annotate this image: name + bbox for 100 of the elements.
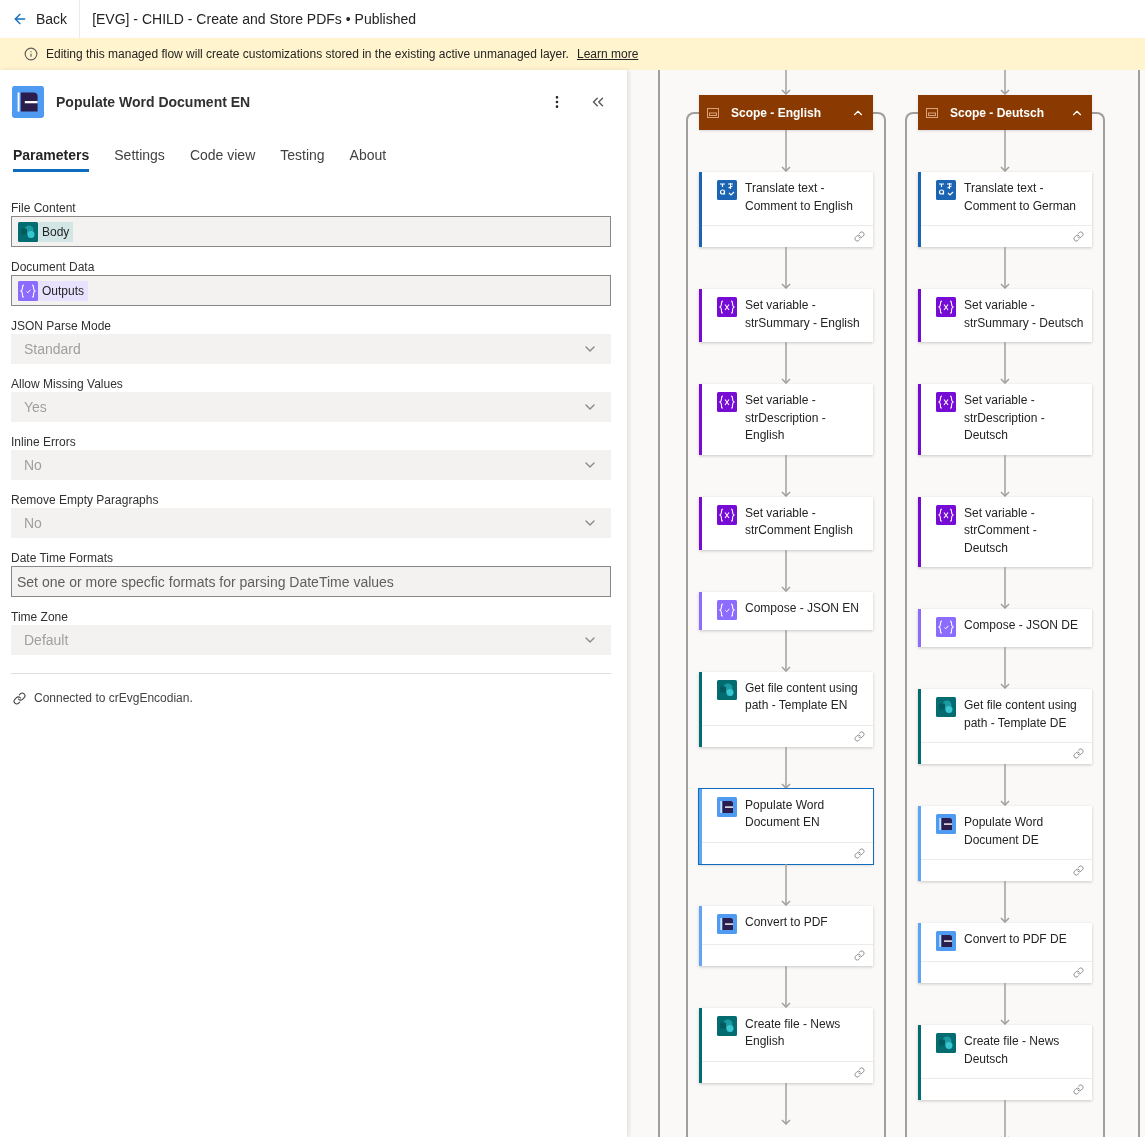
document-logo-icon [717,913,737,934]
action-card[interactable]: Set variable - strComment - Deutsch [918,496,1092,567]
action-card[interactable]: Set variable - strDescription - English [699,384,873,455]
sharepoint-icon [18,221,38,242]
scope-header[interactable]: Scope - English [699,95,873,130]
field-label: JSON Parse Mode [11,318,113,334]
field-label: Document Data [11,259,96,275]
panel-tab[interactable]: Parameters [13,140,90,172]
token-chip[interactable]: Body [18,221,74,242]
connector-arrow [1000,647,1010,689]
scope-header[interactable]: Scope - Deutsch [918,95,1092,130]
field-label: Allow Missing Values [11,376,124,392]
connector-arrow [781,1082,791,1125]
action-title: Set variable - strComment - Deutsch [964,504,1038,557]
sharepoint-icon [717,679,737,700]
variable-icon [717,297,737,317]
connector-arrow [1000,567,1010,609]
banner-text: Editing this managed flow will create customizations stored in the existing active unmanaged layer. [46,46,569,62]
compose-icon [936,617,956,637]
token-field[interactable]: Outputs [11,275,611,306]
connection-icon [1073,231,1084,242]
action-title: Translate text - Comment to German [964,180,1078,215]
scope-title: Scope - Deutsch [950,104,1046,121]
text-field[interactable]: Set one or more specfic formats for parsing DateTime values [11,566,611,597]
connector-arrow [781,70,791,95]
connector-arrow [781,454,791,497]
token-chip[interactable]: Outputs [18,280,89,301]
action-title: Set variable - strDescription - English [745,392,827,444]
flow-title: [EVG] - CHILD - Create and Store PDFs • Published [91,10,418,29]
action-card[interactable]: Set variable - strSummary - English [699,289,873,342]
variable-icon [936,297,956,317]
action-card[interactable]: Compose - JSON EN [699,591,873,630]
connector-arrow [1000,247,1010,289]
sharepoint-icon [936,697,956,717]
action-card[interactable]: Create file - News Deutsch [918,1025,1092,1100]
connector-arrow [1000,342,1010,384]
action-title: Convert to PDF [745,913,828,931]
action-card[interactable]: Set variable - strDescription - Deutsch [918,384,1092,455]
connection-icon [1073,865,1084,876]
panel-tab[interactable]: Testing [280,140,325,172]
connector-arrow [1000,881,1010,923]
field-label: Date Time Formats [11,550,115,566]
action-title: Get file content using path - Template DE [964,697,1078,732]
panel-tab[interactable]: About [349,140,387,172]
document-logo-icon [717,796,737,817]
action-card[interactable]: Set variable - strSummary - Deutsch [918,289,1092,342]
action-card[interactable]: Compose - JSON DE [918,609,1092,647]
action-card[interactable]: Convert to PDF DE [918,923,1092,983]
scope-icon [707,107,719,118]
connection-icon [1073,748,1084,759]
action-card[interactable]: Get file content using path - Template DE [918,689,1092,764]
action-title: Convert to PDF DE [964,931,1067,948]
connection-icon [13,691,26,705]
variable-icon [717,392,737,412]
sharepoint-icon [936,1033,956,1053]
connection-icon [854,231,865,242]
info-icon [24,47,38,61]
connector-arrow [1000,454,1010,497]
action-card[interactable]: Get file content using path - Template EN [699,671,873,747]
panel-title: Populate Word Document EN [56,93,252,112]
connection-icon [854,847,865,859]
connector-arrow [781,130,791,172]
translate-icon [936,180,956,200]
compose-icon [717,599,737,620]
connector-arrow [781,342,791,384]
translate-icon [717,180,737,200]
document-logo-icon [12,86,44,118]
connection-icon [1073,1084,1084,1095]
learn-more-link[interactable]: Learn more [576,46,639,62]
action-card[interactable]: Set variable - strComment English [699,496,873,550]
connection-icon [854,949,865,961]
action-title: Set variable - strSummary - Deutsch [964,297,1084,332]
action-card[interactable]: Convert to PDF [699,905,873,966]
action-title: Create file - News English [745,1015,842,1050]
action-card[interactable]: Translate text - Comment to English [699,172,873,247]
token-field[interactable]: Body [11,216,611,247]
action-card[interactable]: Populate Word Document EN [699,788,873,864]
scope-title: Scope - English [731,104,822,121]
variable-icon [936,504,956,525]
action-card[interactable]: Create file - News English [699,1007,873,1083]
panel-tab[interactable]: Code view [189,140,256,172]
connector-arrow [781,965,791,1008]
connection-icon [854,1066,865,1078]
connector-arrow [1000,1100,1010,1137]
action-title: Get file content using path - Template EN [745,679,859,714]
connection-text: Connected to crEvgEncodian. [34,690,193,706]
document-logo-icon [936,931,956,951]
action-card[interactable]: Populate Word Document DE [918,806,1092,881]
action-title: Compose - JSON DE [964,617,1079,634]
action-title: Set variable - strComment English [745,504,855,539]
compose-icon [18,280,38,301]
document-logo-icon [936,814,956,834]
action-card[interactable]: Translate text - Comment to German [918,172,1092,247]
action-title: Populate Word Document DE [964,814,1045,849]
sharepoint-icon [717,1015,737,1036]
panel-tab[interactable]: Settings [114,140,165,172]
action-title: Set variable - strDescription - Deutsch [964,392,1046,444]
action-title: Translate text - Comment to English [745,180,855,215]
field-label: File Content [11,200,77,216]
field-label: Inline Errors [11,434,77,450]
